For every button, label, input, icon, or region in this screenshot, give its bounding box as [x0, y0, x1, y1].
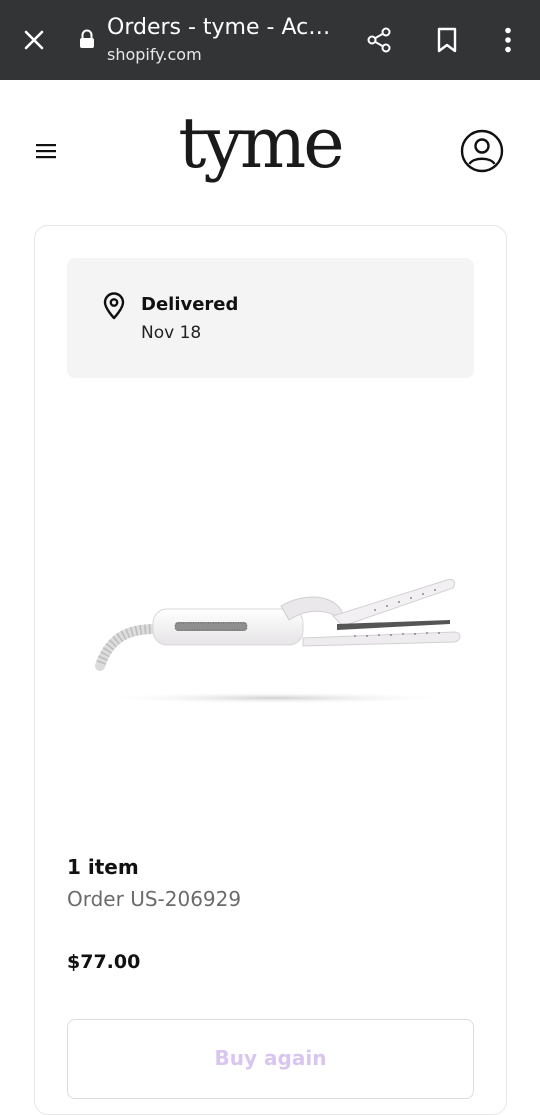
page-title[interactable]: Orders - tyme - Acc… [107, 14, 337, 42]
site-header: tyme [0, 80, 540, 220]
close-tab-button[interactable] [14, 20, 54, 60]
buy-again-button[interactable]: Buy again [67, 1019, 474, 1099]
account-button[interactable] [459, 128, 505, 174]
share-button[interactable] [359, 20, 399, 60]
bookmark-button[interactable] [427, 20, 467, 60]
brand-logo[interactable]: tyme [150, 98, 370, 188]
close-icon [24, 30, 44, 50]
order-total: $77.00 [67, 951, 141, 973]
hamburger-icon [36, 144, 56, 159]
status-date: Nov 18 [141, 323, 202, 343]
status-label: Delivered [141, 294, 239, 315]
more-vert-icon [505, 27, 511, 53]
location-pin-icon [103, 292, 125, 320]
order-card: Delivered Nov 18 1 item Order US-206929 … [34, 225, 507, 1115]
account-icon [460, 129, 504, 173]
item-count: 1 item [67, 855, 139, 879]
page-url[interactable]: shopify.com [107, 45, 202, 65]
browser-toolbar: Orders - tyme - Acc… shopify.com [0, 0, 540, 80]
product-image[interactable] [75, 526, 475, 726]
order-number: Order US-206929 [67, 887, 242, 911]
menu-button[interactable] [30, 135, 62, 167]
lock-icon [80, 29, 94, 48]
more-options-button[interactable] [490, 20, 526, 60]
delivery-status: Delivered Nov 18 [67, 258, 474, 378]
share-icon [367, 27, 391, 53]
bookmark-icon [437, 27, 457, 53]
